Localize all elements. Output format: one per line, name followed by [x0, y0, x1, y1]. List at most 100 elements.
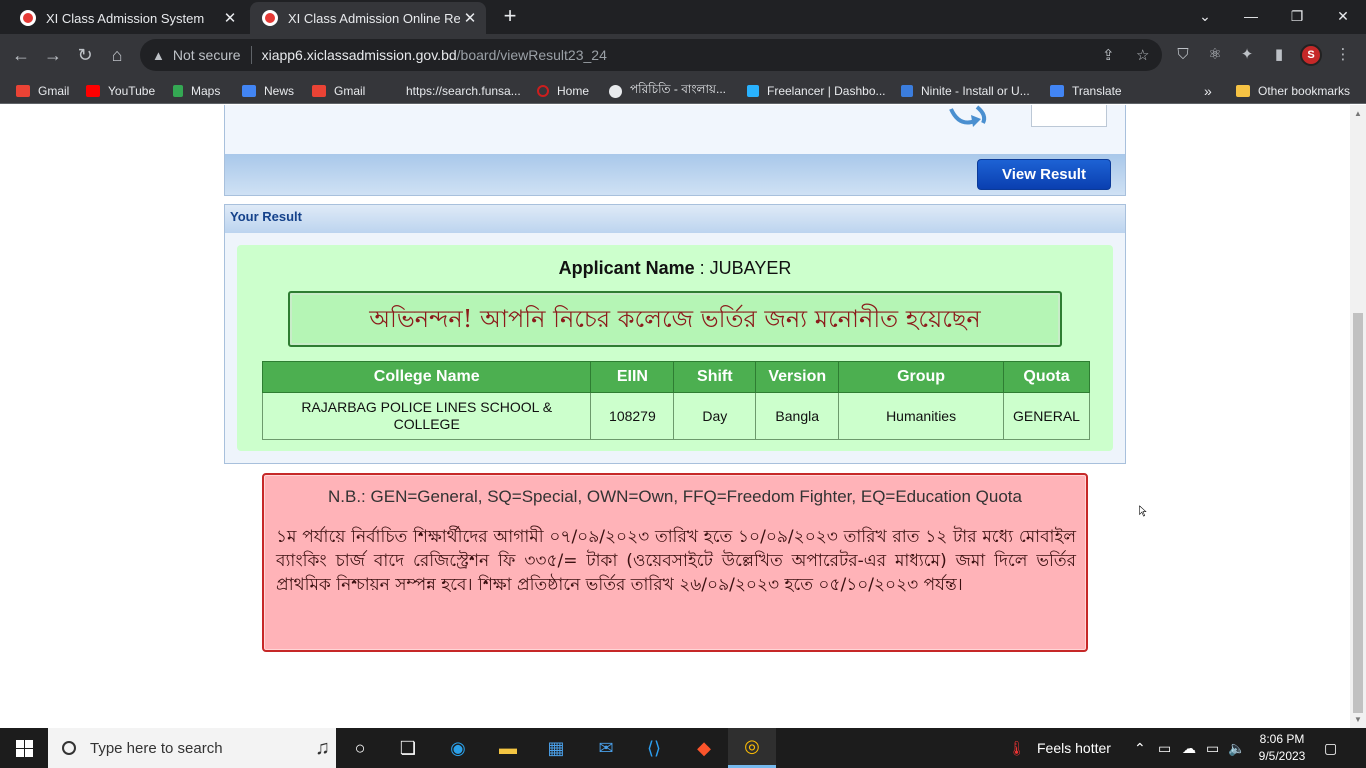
cell-shift: Day: [673, 392, 757, 440]
freelancer-icon: [747, 85, 759, 97]
share-icon[interactable]: ⇪: [1102, 46, 1115, 64]
scroll-up-icon[interactable]: ▲: [1354, 109, 1362, 118]
view-result-button[interactable]: View Result: [977, 159, 1111, 190]
system-clock[interactable]: 8:06 PM 9/5/2023: [1254, 731, 1310, 765]
scrollbar-thumb[interactable]: [1353, 313, 1363, 713]
site-favicon-icon: [20, 10, 36, 26]
bookmark-news[interactable]: News: [242, 82, 294, 100]
clock-date: 9/5/2023: [1258, 749, 1306, 763]
cortana-icon[interactable]: ○: [336, 728, 384, 768]
bookmark-translate[interactable]: Translate: [1050, 82, 1122, 100]
bookmark-home[interactable]: Home: [537, 82, 589, 100]
reload-icon[interactable]: ↻: [72, 42, 98, 68]
bookmark-maps[interactable]: Maps: [173, 82, 220, 100]
table-row: RAJARBAG POLICE LINES SCHOOL & COLLEGE 1…: [261, 392, 1091, 440]
gmail-icon: [16, 85, 30, 97]
bookmark-label: YouTube: [108, 84, 156, 98]
onedrive-icon[interactable]: ☁: [1182, 728, 1196, 768]
weather-label[interactable]: Feels hotter: [1037, 728, 1111, 768]
divider: [250, 46, 252, 64]
scroll-down-icon[interactable]: ▼: [1354, 715, 1362, 724]
registration-notice: ১ম পর্যায়ে নির্বাচিত শিক্ষার্থীদের আগাম…: [276, 527, 1076, 595]
home-icon[interactable]: ⌂: [104, 42, 130, 68]
notifications-icon[interactable]: ▢: [1324, 728, 1337, 768]
react-extension-icon[interactable]: ⚛: [1204, 44, 1226, 66]
bookmark-bangla[interactable]: পরিচিতি - বাংলায়...: [609, 82, 726, 100]
chrome-icon[interactable]: ◎: [728, 728, 776, 768]
bookmark-youtube[interactable]: YouTube: [86, 82, 155, 100]
back-icon[interactable]: ←: [8, 42, 34, 68]
close-icon[interactable]: ✕: [220, 9, 240, 27]
windows-taskbar: Type here to search ♫ ○ ❏ ◉ ▬ ▦ ✉ ⟨⟩ ◆ ◎…: [0, 728, 1366, 768]
vscode-icon[interactable]: ⟨⟩: [630, 728, 678, 768]
col-quota: Quota: [1002, 361, 1091, 393]
translate-icon: [1050, 85, 1064, 97]
mail-icon[interactable]: ✉: [582, 728, 630, 768]
tab-strip: XI Class Admission System ✕ XI Class Adm…: [0, 0, 1366, 34]
bookmark-label: Translate: [1072, 84, 1122, 98]
search-placeholder: Type here to search: [90, 739, 223, 757]
security-label[interactable]: Not secure: [173, 47, 241, 63]
captcha-input[interactable]: [1031, 105, 1107, 127]
applicant-line: Applicant Name : JUBAYER: [237, 258, 1113, 279]
minimize-icon[interactable]: —: [1228, 0, 1274, 34]
side-panel-icon[interactable]: ▮: [1268, 44, 1290, 66]
network-icon[interactable]: ▭: [1206, 728, 1219, 768]
opera-icon: [537, 85, 549, 97]
bookmark-star-icon[interactable]: ☆: [1136, 46, 1149, 64]
search-icon: [62, 741, 76, 755]
task-view-icon[interactable]: ❏: [384, 728, 432, 768]
page-viewport: View Result Your Result Applicant Name :…: [0, 105, 1350, 728]
brave-icon[interactable]: ◆: [680, 728, 728, 768]
refresh-captcha-icon[interactable]: [947, 105, 991, 131]
col-group: Group: [838, 361, 1004, 393]
warning-icon[interactable]: ▲: [152, 48, 165, 63]
gmail-icon: [312, 85, 326, 97]
bookmark-label: Gmail: [38, 84, 70, 98]
bookmark-label: Ninite - Install or U...: [921, 84, 1030, 98]
restore-icon[interactable]: ❐: [1274, 0, 1320, 34]
page-scrollbar[interactable]: ▲ ▼: [1350, 105, 1366, 728]
tab-search-icon[interactable]: ⌄: [1182, 0, 1228, 34]
chevron-up-icon[interactable]: ⌃: [1134, 728, 1146, 768]
extensions-puzzle-icon[interactable]: ✦: [1236, 44, 1258, 66]
address-bar[interactable]: ▲ Not secure xiapp6.xiclassadmission.gov…: [140, 39, 1162, 71]
windows-start-icon[interactable]: [0, 728, 48, 768]
file-explorer-icon[interactable]: ▬: [484, 728, 532, 768]
thermometer-icon[interactable]: 🌡: [1008, 728, 1026, 768]
bookmark-funsa[interactable]: https://search.funsa...: [384, 82, 521, 100]
ninite-icon: [901, 85, 913, 97]
tab-admission-system[interactable]: XI Class Admission System ✕: [8, 2, 246, 34]
news-icon: [242, 85, 256, 97]
url-host: xiapp6.xiclassadmission.gov.bd: [261, 47, 457, 63]
col-shift: Shift: [673, 361, 757, 393]
forward-icon[interactable]: →: [40, 42, 66, 68]
profile-avatar[interactable]: S: [1300, 44, 1322, 66]
globe-icon: [609, 84, 622, 98]
other-bookmarks[interactable]: Other bookmarks: [1236, 82, 1350, 100]
quota-legend: N.B.: GEN=General, SQ=Special, OWN=Own, …: [328, 487, 1022, 506]
more-menu-icon[interactable]: ⋮: [1332, 44, 1354, 66]
edge-icon[interactable]: ◉: [434, 728, 482, 768]
applicant-name: : JUBAYER: [699, 258, 792, 278]
bookmark-label: News: [264, 84, 295, 98]
chevron-right-icon[interactable]: »: [1204, 82, 1212, 100]
bookmark-gmail-2[interactable]: Gmail: [312, 82, 365, 100]
bookmark-gmail[interactable]: Gmail: [16, 82, 69, 100]
browser-toolbar: ← → ↻ ⌂ ▲ Not secure xiapp6.xiclassadmis…: [0, 34, 1366, 76]
tab-online-result[interactable]: XI Class Admission Online Result ✕: [250, 2, 486, 34]
other-bookmarks-label: Other bookmarks: [1258, 84, 1351, 98]
tab-title: XI Class Admission System: [46, 10, 205, 26]
taskbar-search-box[interactable]: Type here to search ♫: [48, 728, 336, 768]
shield-extension-icon[interactable]: ⛉: [1172, 44, 1194, 66]
new-tab-icon[interactable]: +: [498, 4, 522, 30]
bookmark-freelancer[interactable]: Freelancer | Dashbo...: [747, 82, 886, 100]
cell-quota: GENERAL: [1002, 392, 1091, 440]
window-close-icon[interactable]: ✕: [1320, 0, 1366, 34]
meet-now-icon[interactable]: ▭: [1158, 728, 1171, 768]
volume-icon[interactable]: 🔈: [1228, 728, 1245, 768]
bookmark-ninite[interactable]: Ninite - Install or U...: [901, 82, 1030, 100]
bookmark-label: Home: [557, 84, 590, 98]
store-icon[interactable]: ▦: [532, 728, 580, 768]
close-icon[interactable]: ✕: [460, 9, 480, 27]
